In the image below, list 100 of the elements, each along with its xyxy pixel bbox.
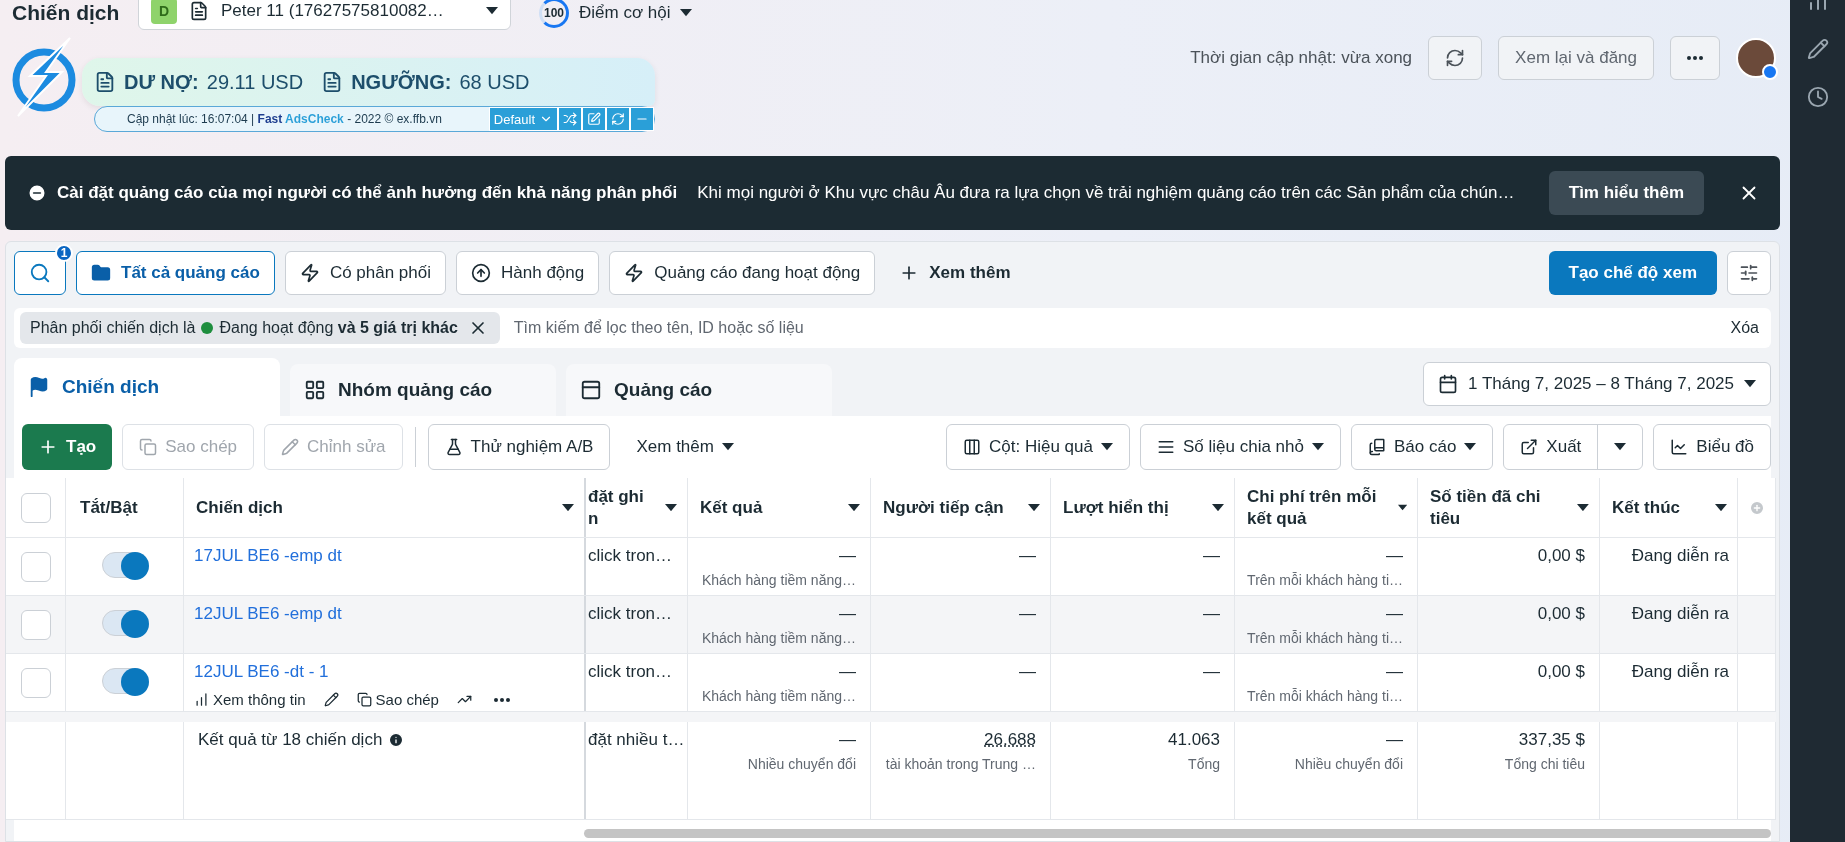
- more-icon: [1687, 56, 1703, 60]
- cell-value: —: [1019, 662, 1036, 682]
- summary-value: —: [1386, 730, 1403, 750]
- clock-icon[interactable]: [1806, 86, 1829, 108]
- level-tab[interactable]: Quảng cáo: [566, 364, 832, 416]
- opportunity-score-dropdown[interactable]: 100 Điểm cơ hội: [533, 0, 699, 29]
- cell-value: —: [1203, 546, 1220, 566]
- caret-icon: [562, 503, 574, 512]
- clear-link[interactable]: Xóa: [1724, 318, 1765, 338]
- filter-chip[interactable]: Có phân phối: [284, 251, 446, 295]
- review-publish-button[interactable]: Xem lại và đăng: [1498, 36, 1654, 80]
- campaign-link[interactable]: 12JUL BE6 -dt - 1: [194, 662, 329, 682]
- document-icon: [94, 71, 116, 93]
- summary-subtext: Tổng: [1188, 756, 1220, 772]
- caret-icon: [486, 7, 498, 15]
- filter-chip[interactable]: Quảng cáo đang hoạt động: [609, 251, 876, 295]
- more-icon: [493, 697, 510, 702]
- cell-subtext: Khách hàng tiềm năng…: [701, 630, 856, 646]
- column-header: Chiến dịch: [196, 496, 283, 519]
- caret-icon: [1311, 443, 1324, 451]
- line-chart-icon: [1670, 438, 1689, 456]
- folder-icon: [91, 263, 111, 283]
- account-badge: D: [151, 0, 177, 24]
- account-selector[interactable]: D Peter 11 (17627575810082…: [138, 0, 511, 30]
- calendar-icon: [1438, 374, 1459, 394]
- row-checkbox[interactable]: [20, 552, 51, 582]
- toolbar-button[interactable]: Biểu đồ: [1653, 424, 1771, 470]
- view-insights-link[interactable]: Xem thông tin: [194, 691, 306, 708]
- caret-icon: [680, 9, 693, 17]
- create-view-button[interactable]: Tạo chế độ xem: [1548, 251, 1717, 295]
- add-column-icon: [1748, 499, 1765, 516]
- pencil-icon[interactable]: [1806, 38, 1829, 60]
- caret-icon: [1715, 503, 1727, 512]
- filter-chip[interactable]: Tất cả quảng cáo: [76, 251, 275, 295]
- columns-icon: [963, 438, 981, 456]
- toolbar-button[interactable]: Số liệu chia nhỏ: [1139, 424, 1341, 470]
- filter-chip[interactable]: Hành động: [456, 251, 600, 295]
- summary-value: 26.688: [984, 730, 1036, 750]
- banner-text: Khi mọi người ở Khu vực châu Âu đưa ra lựa chọn về trải nghiệm quảng cáo trên các Sản phẩm của chún…: [697, 183, 1516, 203]
- toolbar-button[interactable]: Cột: Hiệu quả: [946, 424, 1130, 470]
- cell-value: —: [1203, 662, 1220, 682]
- select-all-checkbox[interactable]: [20, 492, 51, 523]
- cell-subtext: Khách hàng tiềm năng…: [701, 688, 856, 704]
- bar-chart-icon: [194, 692, 209, 707]
- grid-icon: [304, 379, 326, 401]
- cell-value: —: [839, 546, 856, 566]
- toolbar-button[interactable]: Xem thêm: [620, 424, 750, 470]
- learn-more-button[interactable]: Tìm hiểu thêm: [1548, 171, 1704, 215]
- duplicate-link[interactable]: Sao chép: [356, 691, 439, 708]
- debt-value: 29.11 USD: [206, 70, 304, 94]
- settings-button[interactable]: [1727, 251, 1771, 295]
- cell-value: —: [1019, 604, 1036, 624]
- row-checkbox[interactable]: [20, 610, 51, 640]
- pencil-icon: [323, 692, 339, 707]
- level-tab[interactable]: Nhóm quảng cáo: [290, 364, 556, 416]
- rows-icon: [1156, 438, 1175, 456]
- filter-search-field[interactable]: Phân phối chiến dịch là Đang hoạt động và 5 giá trị khác Tìm kiếm để lọc theo tên, ID hoặc số liệu Xóa: [14, 308, 1771, 348]
- more-filters-button[interactable]: Xem thêm: [885, 251, 1025, 295]
- toolbar-button[interactable]: Báo cáo: [1350, 424, 1494, 470]
- banner-title: Cài đặt quảng cáo của mọi người có thể ảnh hưởng đến khả năng phân phối: [57, 183, 678, 203]
- minimize-button[interactable]: [630, 107, 654, 131]
- cell-value: Đang diễn ra: [1631, 662, 1729, 682]
- shuffle-button[interactable]: [558, 107, 582, 131]
- cell-value: —: [1203, 604, 1220, 624]
- refresh-button[interactable]: [1428, 36, 1483, 80]
- toggle-switch[interactable]: [101, 552, 148, 578]
- column-header: Chi phí trên mỗi kết quả: [1247, 486, 1378, 529]
- cell-value: 0,00 $: [1537, 546, 1585, 566]
- pencil-icon: [281, 438, 300, 456]
- refresh-icon: [611, 112, 625, 126]
- toggle-switch[interactable]: [101, 668, 148, 694]
- column-header: Kết thúc: [1612, 496, 1680, 519]
- cell-value: click tron…: [588, 546, 673, 566]
- filter-tag-value: Đang hoạt động và 5 giá trị khác: [219, 319, 458, 337]
- date-range-picker[interactable]: 1 Tháng 7, 2025 – 8 Tháng 7, 2025: [1423, 362, 1771, 406]
- summary-subtext: Nhiều chuyển đổi: [747, 756, 856, 772]
- copy-icon: [139, 438, 158, 456]
- toolbar-button[interactable]: Tạo: [22, 424, 113, 470]
- column-header: Tắt/Bật: [80, 496, 138, 519]
- cell-subtext: Khách hàng tiềm năng…: [701, 572, 856, 588]
- flag-icon: [28, 376, 50, 398]
- caret-icon: [848, 503, 860, 512]
- toggle-switch[interactable]: [101, 610, 148, 636]
- campaign-link[interactable]: 17JUL BE6 -emp dt: [194, 546, 342, 566]
- caret-icon: [721, 443, 734, 451]
- column-header: Lượt hiển thị: [1063, 496, 1169, 519]
- filter-tag-label: Phân phối chiến dịch là: [30, 319, 196, 337]
- row-checkbox[interactable]: [20, 668, 51, 698]
- campaign-link[interactable]: 12JUL BE6 -emp dt: [194, 604, 342, 624]
- cell-subtext: Trên mỗi khách hàng ti…: [1247, 572, 1403, 588]
- toolbar-button[interactable]: Thử nghiệm A/B: [427, 424, 611, 470]
- report-icon: [1367, 438, 1386, 456]
- window-icon: [580, 379, 602, 401]
- account-icon: [189, 1, 209, 21]
- cell-value: click tron…: [588, 662, 673, 682]
- cell-value: —: [1019, 546, 1036, 566]
- level-tab[interactable]: Chiến dịch: [14, 358, 280, 416]
- cell-value: —: [1386, 546, 1403, 566]
- status-dot-icon: [201, 322, 214, 334]
- cell-value: Đang diễn ra: [1631, 546, 1729, 566]
